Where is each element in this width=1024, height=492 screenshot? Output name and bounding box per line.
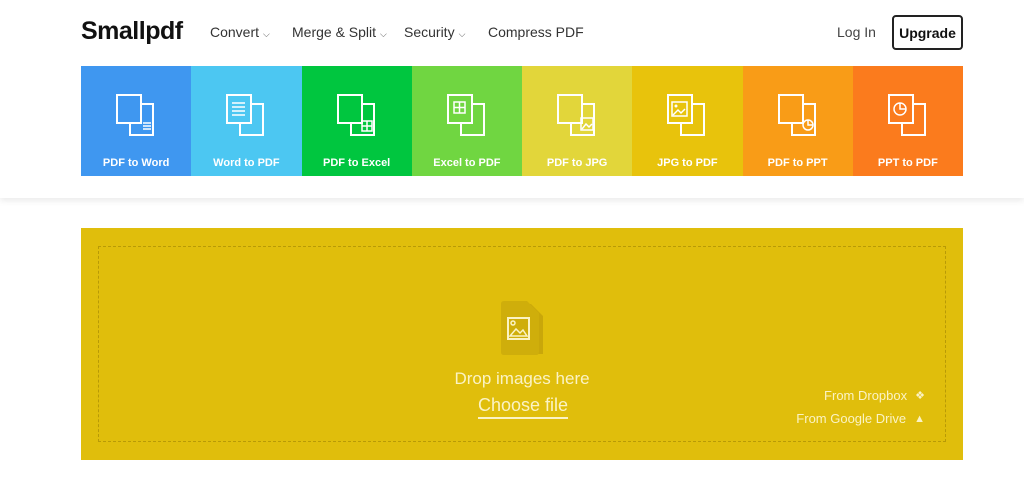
nav-convert[interactable]: Convert ⌵ xyxy=(210,24,270,40)
nav-merge-split[interactable]: Merge & Split ⌵ xyxy=(292,24,387,40)
header: Smallpdf Convert ⌵ Merge & Split ⌵ Securit… xyxy=(0,0,1024,198)
tool-tile[interactable]: PDF to Word xyxy=(81,66,192,176)
nav-label: Convert xyxy=(210,24,260,40)
tool-label: PDF to JPG xyxy=(546,157,608,169)
tool-label: Word to PDF xyxy=(213,157,280,169)
nav-compress-pdf[interactable]: Compress PDF xyxy=(488,24,584,40)
word-to-pdf-icon xyxy=(226,94,265,136)
tool-tile[interactable]: Excel to PDF xyxy=(411,66,522,176)
image-file-icon xyxy=(501,301,543,355)
excel-to-pdf-icon xyxy=(446,94,485,136)
gdrive-label: From Google Drive xyxy=(796,411,907,426)
login-link[interactable]: Log In xyxy=(837,24,876,40)
drop-text: Drop images here xyxy=(454,369,590,388)
nav-security[interactable]: Security ⌵ xyxy=(404,24,465,40)
chevron-down-icon: ⌵ xyxy=(263,29,270,39)
dropbox-icon: ❖ xyxy=(915,390,925,402)
tool-label: PDF to Word xyxy=(102,157,170,169)
google-drive-icon: ▲ xyxy=(914,412,925,425)
pdf-to-excel-icon xyxy=(336,94,375,136)
logo[interactable]: Smallpdf xyxy=(81,17,183,46)
pdf-to-jpg-icon xyxy=(557,94,596,136)
upgrade-button[interactable]: Upgrade xyxy=(892,15,963,50)
tool-label: JPG to PDF xyxy=(657,157,718,169)
tool-label: PDF to Excel xyxy=(323,157,391,169)
choose-file-button[interactable]: Choose file xyxy=(478,395,569,419)
from-google-drive-button[interactable]: From Google Drive ▲ xyxy=(796,411,925,426)
jpg-to-pdf-icon xyxy=(667,94,706,136)
tool-tile[interactable]: PDF to Excel xyxy=(301,66,412,176)
from-dropbox-button[interactable]: From Dropbox ❖ xyxy=(824,388,925,403)
chevron-down-icon: ⌵ xyxy=(380,29,387,39)
tool-tiles: PDF to Word Word to PDF PDF to Excel Excel … xyxy=(81,66,963,176)
dropbox-label: From Dropbox xyxy=(824,388,908,403)
ppt-to-pdf-icon xyxy=(887,94,926,136)
tool-tile[interactable]: PDF to PPT xyxy=(742,66,853,176)
tool-label: PPT to PDF xyxy=(877,157,938,169)
nav-label: Compress PDF xyxy=(488,24,584,40)
nav-label: Merge & Split xyxy=(292,24,377,40)
tool-tile[interactable]: Word to PDF xyxy=(191,66,302,176)
pdf-to-word-icon xyxy=(116,94,155,136)
dropzone[interactable]: Drop images here Choose file From Dropbo… xyxy=(81,228,963,460)
nav-label: Security xyxy=(404,24,455,40)
tool-tile[interactable]: PPT to PDF xyxy=(852,66,963,176)
tool-tile[interactable]: PDF to JPG xyxy=(522,66,633,176)
tool-label: PDF to PPT xyxy=(767,157,828,169)
pdf-to-ppt-icon xyxy=(777,94,816,136)
tool-label: Excel to PDF xyxy=(433,157,501,169)
chevron-down-icon: ⌵ xyxy=(458,29,466,39)
tool-tile[interactable]: JPG to PDF xyxy=(632,66,743,176)
